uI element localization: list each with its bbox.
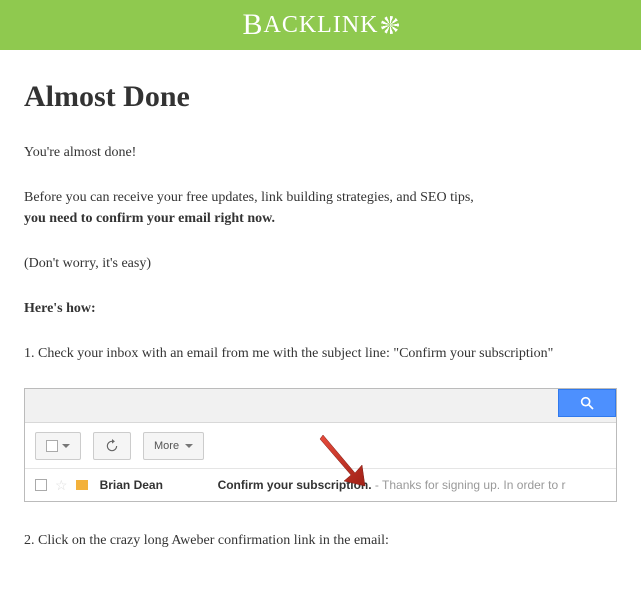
- logo-text: ACKLINK: [264, 12, 379, 39]
- checkbox-icon: [46, 440, 58, 452]
- step-2-text: 2. Click on the crazy long Aweber confir…: [24, 530, 617, 551]
- confirm-bold: you need to confirm your email right now…: [24, 211, 275, 226]
- caret-down-icon: [185, 444, 193, 448]
- email-subject: Confirm your subscription.: [218, 478, 372, 492]
- email-sender: Brian Dean: [100, 478, 218, 492]
- refresh-icon: [105, 439, 119, 453]
- star-icon: ☆: [55, 477, 68, 494]
- email-preview-sep: -: [372, 478, 382, 492]
- gmail-email-row: ☆ Brian Dean Confirm your subscription. …: [25, 469, 616, 501]
- page-title: Almost Done: [24, 80, 617, 114]
- gmail-top-bar: [25, 389, 616, 423]
- search-icon: [579, 395, 595, 411]
- label-tag-icon: [76, 480, 88, 490]
- heres-how-label: Here's how:: [24, 298, 617, 319]
- logo: BACKLINK: [242, 8, 398, 42]
- gmail-toolbar: More: [25, 423, 616, 469]
- intro-text: You're almost done!: [24, 142, 617, 163]
- gmail-select-button: [35, 432, 81, 460]
- gmail-more-button: More: [143, 432, 204, 460]
- row-checkbox-icon: [35, 479, 47, 491]
- dont-worry-text: (Don't worry, it's easy): [24, 253, 617, 274]
- gmail-search-button: [558, 389, 616, 417]
- before-confirm-text: Before you can receive your free updates…: [24, 187, 617, 229]
- header: BACKLINK: [0, 0, 641, 50]
- email-preview: Thanks for signing up. In order to r: [382, 478, 565, 492]
- step-1-text: 1. Check your inbox with an email from m…: [24, 343, 617, 364]
- email-subject-line: Confirm your subscription. - Thanks for …: [218, 478, 566, 492]
- gmail-refresh-button: [93, 432, 131, 460]
- caret-down-icon: [62, 444, 70, 448]
- before-text: Before you can receive your free updates…: [24, 190, 474, 205]
- main-content: Almost Done You're almost done! Before y…: [0, 50, 641, 605]
- logo-letter-b: B: [242, 8, 263, 42]
- logo-spinner-icon: [381, 16, 399, 34]
- gmail-screenshot: More ☆ Brian Dean Confirm your subscript…: [24, 388, 617, 502]
- more-label: More: [154, 440, 179, 452]
